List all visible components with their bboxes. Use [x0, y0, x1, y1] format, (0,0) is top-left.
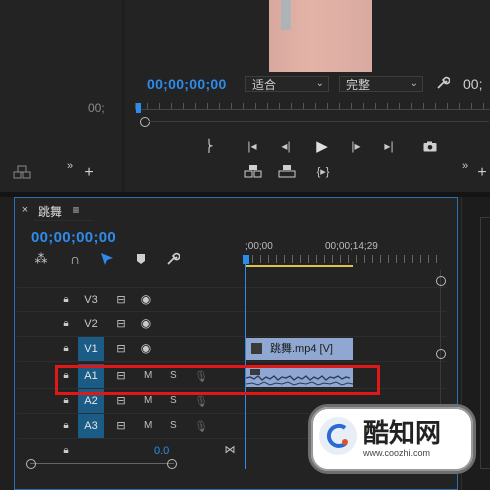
lock-icon[interactable]: 🔒︎: [60, 317, 72, 329]
timeline-tab-title[interactable]: 跳舞: [38, 203, 62, 220]
video-preview: [269, 0, 372, 72]
snap-nest-icon[interactable]: ⁂: [32, 251, 50, 267]
track-label-v1[interactable]: V1: [78, 337, 104, 361]
toggle-sync-icon[interactable]: ⊟: [114, 394, 128, 407]
snap-magnet-icon[interactable]: ∩: [66, 251, 84, 267]
insert-clip-icon[interactable]: [12, 164, 32, 180]
lock-icon[interactable]: 🔒︎: [60, 342, 72, 354]
add-marker-icon[interactable]: [134, 252, 148, 266]
watermark-icon: [319, 417, 357, 455]
timeline-timecode[interactable]: 00;00;00;00: [31, 229, 116, 246]
step-forward-icon[interactable]: |▸: [347, 138, 365, 154]
watermark-brand-url: www.coozhi.com: [363, 448, 431, 458]
quality-dropdown[interactable]: 完整 ⌄: [339, 76, 423, 92]
lock-icon[interactable]: 🔒︎: [60, 419, 72, 431]
scrub-ruler[interactable]: [135, 103, 490, 117]
duration-timecode: 00;: [463, 76, 483, 92]
toggle-sync-icon[interactable]: ⊟: [114, 293, 128, 306]
go-to-in-icon[interactable]: |◂: [243, 138, 261, 154]
track-label-v2[interactable]: V2: [78, 312, 104, 336]
trim-icon[interactable]: {▸}: [313, 163, 333, 179]
video-clip[interactable]: 跳舞.mp4 [V]: [246, 338, 353, 360]
play-icon[interactable]: ▶: [313, 137, 331, 155]
camera-icon[interactable]: [422, 139, 438, 153]
scroll-handle-mid[interactable]: [436, 349, 446, 359]
timeline-playhead-head[interactable]: [243, 255, 249, 264]
solo-button[interactable]: S: [170, 420, 177, 431]
source-timecode: 00;: [88, 101, 105, 115]
eye-icon[interactable]: ◉: [139, 341, 153, 355]
mute-button[interactable]: M: [144, 395, 152, 406]
a1-highlight-box: [55, 365, 380, 395]
toggle-sync-icon[interactable]: ⊟: [114, 317, 128, 330]
timeline-tab-close-icon[interactable]: ×: [20, 204, 30, 216]
ruler-start-label: ;00;00: [245, 241, 273, 252]
toggle-sync-icon[interactable]: ⊟: [114, 342, 128, 355]
clip-thumbnail-icon: [251, 343, 262, 354]
program-monitor: 00;00;00;00 适合 ⌄ 完整 ⌄ 00; ⎬ |◂ ◂| ▶ |▸ ▸…: [125, 0, 490, 192]
chevron-down-icon: ⌄: [315, 78, 324, 89]
mark-out-icon[interactable]: ⎬: [202, 138, 216, 154]
zoom-scroll-handle[interactable]: [140, 117, 150, 127]
track-v2-header: 🔒︎ V2 ⊟ ◉: [17, 312, 244, 336]
eye-icon[interactable]: ◉: [139, 316, 153, 330]
linked-selection-icon[interactable]: [98, 251, 116, 267]
tab-menu-icon[interactable]: ≡: [70, 203, 82, 217]
scroll-handle-right[interactable]: [167, 459, 177, 469]
lock-icon[interactable]: 🔒︎: [60, 293, 72, 305]
track-a3-header: 🔒︎ A3 ⊟ M S 🎙︎: [17, 414, 244, 438]
program-timecode[interactable]: 00;00;00;00: [147, 76, 227, 92]
microphone-icon[interactable]: 🎙︎: [194, 419, 208, 433]
scroll-handle-left[interactable]: [26, 459, 36, 469]
add-button-icon[interactable]: +: [82, 164, 96, 181]
mute-button[interactable]: M: [144, 420, 152, 431]
scroll-handle-top[interactable]: [436, 276, 446, 286]
track-label-v3[interactable]: V3: [78, 288, 104, 312]
solo-button[interactable]: S: [170, 395, 177, 406]
extract-icon[interactable]: [277, 163, 297, 179]
watermark-brand-name: 酷知网: [363, 419, 442, 449]
toggle-sync-icon[interactable]: ⊟: [114, 419, 128, 432]
lock-icon[interactable]: 🔒︎: [60, 444, 72, 456]
playhead-marker[interactable]: [136, 103, 141, 113]
track-v1-header: 🔒︎ V1 ⊟ ◉: [17, 337, 244, 361]
watermark-logo: 酷知网 www.coozhi.com: [308, 404, 476, 474]
more-chevrons-icon[interactable]: »: [64, 160, 76, 172]
fit-dropdown[interactable]: 适合 ⌄: [245, 76, 329, 92]
lock-icon[interactable]: 🔒︎: [60, 394, 72, 406]
video-clip-label: 跳舞.mp4 [V]: [270, 343, 333, 355]
go-to-out-icon[interactable]: ▸|: [380, 138, 398, 154]
step-back-icon[interactable]: ◂|: [277, 138, 295, 154]
track-label-a3[interactable]: A3: [78, 414, 104, 438]
ruler-mark-label: 00;00;14;29: [325, 241, 378, 252]
timeline-horizontal-scrollbar[interactable]: [26, 459, 177, 469]
source-panel-stub: 00; » +: [0, 0, 122, 192]
lift-icon[interactable]: [243, 163, 263, 179]
work-area-bar[interactable]: [245, 265, 353, 267]
fit-dropdown-label: 适合: [252, 78, 277, 92]
go-to-end-icon[interactable]: ⋈: [223, 442, 237, 456]
wrench-icon[interactable]: [435, 75, 451, 91]
master-volume-value[interactable]: 0.0: [154, 445, 169, 457]
track-v3-header: 🔒︎ V3 ⊟ ◉: [17, 288, 244, 312]
more-chevrons-icon[interactable]: »: [459, 160, 471, 172]
add-button-icon[interactable]: +: [475, 164, 489, 181]
quality-dropdown-label: 完整: [346, 78, 371, 92]
chevron-down-icon: ⌄: [409, 78, 418, 89]
microphone-icon[interactable]: 🎙︎: [194, 394, 208, 408]
timeline-settings-wrench-icon[interactable]: [165, 251, 181, 267]
eye-icon[interactable]: ◉: [139, 292, 153, 306]
